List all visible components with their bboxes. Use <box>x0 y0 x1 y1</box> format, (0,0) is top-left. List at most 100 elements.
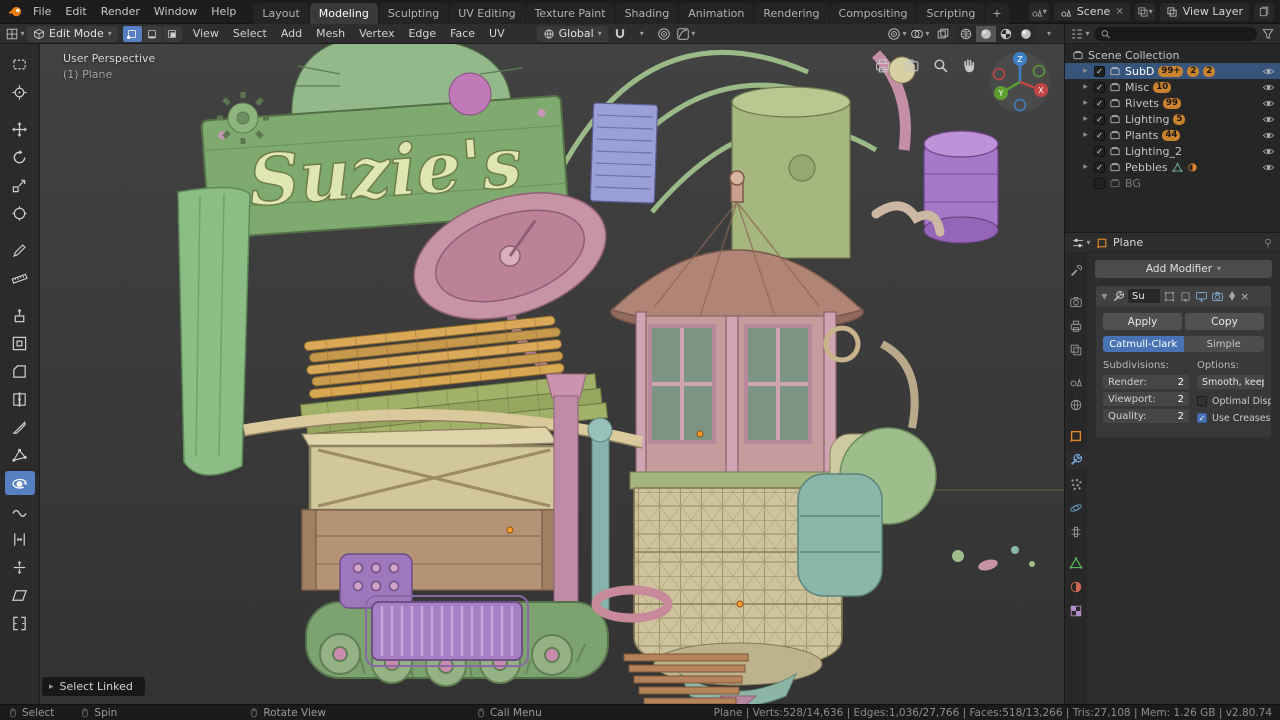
collapse-icon[interactable]: ▼ <box>1100 292 1109 301</box>
visibility-eye-icon[interactable] <box>1262 129 1275 142</box>
view-layer-browse-button[interactable]: ▾ <box>1134 2 1155 21</box>
disclosure-icon[interactable]: ▸ <box>1081 98 1090 108</box>
quality-field[interactable]: Quality: 2 <box>1103 409 1189 423</box>
tab-constraints[interactable] <box>1066 522 1087 541</box>
workspace-tab-compositing[interactable]: Compositing <box>829 2 917 24</box>
shading-wireframe-button[interactable] <box>956 26 976 42</box>
visibility-eye-icon[interactable] <box>1262 161 1275 174</box>
tool-transform[interactable] <box>5 201 35 225</box>
editor-type-button[interactable]: ▾ <box>5 26 25 42</box>
collection-checkbox[interactable]: ✓ <box>1094 65 1105 77</box>
visibility-eye-icon[interactable] <box>1262 81 1275 94</box>
tab-modifiers[interactable] <box>1065 450 1087 469</box>
edge-select-button[interactable] <box>142 25 162 42</box>
tool-smooth[interactable] <box>5 499 35 523</box>
tab-output[interactable] <box>1066 316 1087 335</box>
transform-orientation-dropdown[interactable]: Global ▾ <box>536 25 608 42</box>
visibility-eye-icon[interactable] <box>1262 65 1275 78</box>
menu-edit[interactable]: Edit <box>58 2 93 21</box>
collection-checkbox[interactable]: ✓ <box>1094 129 1105 141</box>
tool-rip-region[interactable] <box>5 611 35 635</box>
optimal-display-row[interactable]: Optimal Displ.. <box>1197 394 1271 408</box>
render-subdivisions-field[interactable]: Render: 2 <box>1103 375 1189 389</box>
snap-settings-dropdown[interactable]: ▾ <box>632 26 652 42</box>
collection-checkbox[interactable]: ✓ <box>1094 113 1105 125</box>
tab-tool[interactable] <box>1066 261 1087 280</box>
catmull-clark-button[interactable]: Catmull-Clark <box>1103 336 1184 352</box>
tab-object-data[interactable] <box>1066 553 1087 572</box>
visibility-eye-icon[interactable] <box>1262 97 1275 110</box>
menu-uv[interactable]: UV <box>483 25 511 42</box>
pin-icon[interactable] <box>1262 237 1274 249</box>
outliner-row-lighting[interactable]: ▸ ✓ Lighting 5 <box>1065 111 1280 127</box>
navigation-gizmo[interactable]: Z Y X <box>984 46 1056 118</box>
snap-toggle[interactable] <box>610 26 630 42</box>
tool-bevel[interactable] <box>5 359 35 383</box>
tab-scene[interactable] <box>1066 371 1087 390</box>
tab-material[interactable] <box>1066 577 1087 596</box>
menu-select[interactable]: Select <box>227 25 273 42</box>
tool-extrude-region[interactable] <box>5 303 35 327</box>
scene-selector[interactable]: Scene × <box>1053 2 1130 21</box>
menu-view[interactable]: View <box>187 25 225 42</box>
add-workspace-button[interactable]: + <box>985 2 1009 24</box>
outliner-root[interactable]: Scene Collection <box>1065 47 1280 63</box>
filter-icon[interactable] <box>1261 27 1275 41</box>
shading-solid-button[interactable] <box>976 25 996 42</box>
modifier-name-field[interactable]: Su <box>1128 289 1160 303</box>
edit-mode-toggle-icon[interactable] <box>1179 290 1192 303</box>
viewport-subdivisions-field[interactable]: Viewport: 2 <box>1103 392 1189 406</box>
tool-scale[interactable] <box>5 173 35 197</box>
edit-cage-toggle-icon[interactable] <box>1163 290 1176 303</box>
tool-shrink-fatten[interactable] <box>5 555 35 579</box>
blender-logo-icon[interactable] <box>6 4 24 20</box>
workspace-tab-uv-editing[interactable]: UV Editing <box>449 2 525 24</box>
show-gizmo-toggle[interactable]: ▾ <box>887 26 907 42</box>
view-layer-selector[interactable]: View Layer <box>1159 2 1249 21</box>
tab-physics[interactable] <box>1066 498 1087 517</box>
render-toggle-icon[interactable] <box>1211 290 1224 303</box>
workspace-tab-scripting[interactable]: Scripting <box>917 2 985 24</box>
outliner-row-misc[interactable]: ▸ ✓ Misc 10 <box>1065 79 1280 95</box>
xray-toggle[interactable] <box>933 26 953 42</box>
tool-inset-faces[interactable] <box>5 331 35 355</box>
tool-measure[interactable] <box>5 266 35 290</box>
tool-cursor[interactable] <box>5 80 35 104</box>
menu-window[interactable]: Window <box>147 2 204 21</box>
menu-face[interactable]: Face <box>444 25 481 42</box>
tab-texture[interactable] <box>1066 601 1087 620</box>
modifier-header[interactable]: ▼ Su ▲ ▼ × <box>1096 286 1271 306</box>
camera-view-icon[interactable] <box>874 57 891 74</box>
mode-selector[interactable]: Edit Mode ▾ <box>27 25 118 42</box>
render-preview-icon[interactable] <box>903 57 920 74</box>
tool-move[interactable] <box>5 117 35 141</box>
tool-rotate[interactable] <box>5 145 35 169</box>
tab-particles[interactable] <box>1066 474 1087 493</box>
workspace-tab-rendering[interactable]: Rendering <box>754 2 829 24</box>
new-view-layer-button[interactable] <box>1254 2 1274 21</box>
tool-loop-cut[interactable] <box>5 387 35 411</box>
optimal-display-checkbox[interactable] <box>1197 396 1207 406</box>
properties-editor-type-button[interactable]: ▾ <box>1071 235 1091 251</box>
visibility-eye-icon[interactable] <box>1262 145 1275 158</box>
outliner-editor-type-button[interactable]: ▾ <box>1070 26 1090 42</box>
workspace-tab-modeling[interactable]: Modeling <box>309 2 378 24</box>
outliner-search-input[interactable] <box>1114 28 1251 39</box>
disclosure-icon[interactable]: ▸ <box>1081 114 1090 124</box>
workspace-tab-layout[interactable]: Layout <box>253 2 309 24</box>
collection-checkbox[interactable]: ✓ <box>1094 161 1105 173</box>
viewport-3d[interactable]: Suzie's User Perspective (1) Plane Z Y X… <box>40 44 1064 704</box>
vertex-select-button[interactable] <box>122 25 142 42</box>
apply-button[interactable]: Apply <box>1103 313 1182 330</box>
tab-world[interactable] <box>1066 395 1087 414</box>
shading-rendered-button[interactable] <box>1016 26 1036 42</box>
collection-checkbox[interactable] <box>1094 177 1105 189</box>
outliner-row-subd[interactable]: ▸ ✓ SubD 99+ 2 2 <box>1065 63 1280 79</box>
tool-select-box[interactable] <box>5 52 35 76</box>
uv-smooth-dropdown[interactable]: Smooth, keep c... ▾ <box>1197 375 1264 389</box>
tool-edge-slide[interactable] <box>5 527 35 551</box>
tab-object[interactable] <box>1066 426 1087 445</box>
menu-edge[interactable]: Edge <box>402 25 442 42</box>
outliner-row-bg[interactable]: BG <box>1065 175 1280 191</box>
shading-material-button[interactable] <box>996 26 1016 42</box>
